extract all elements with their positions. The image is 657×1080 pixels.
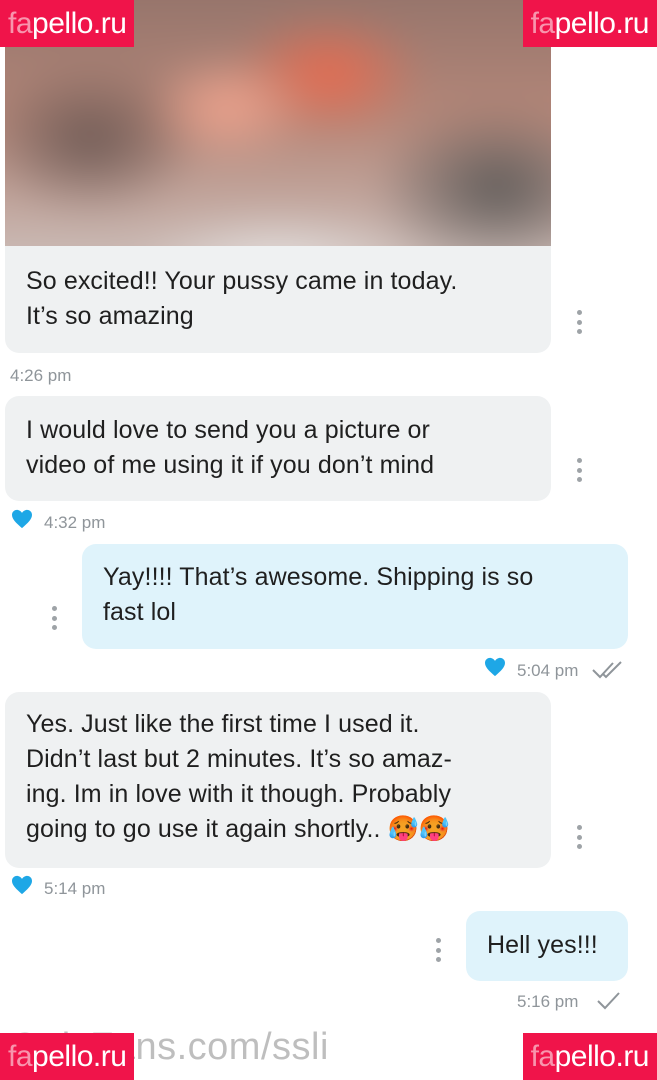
watermark-suffix: pello.ru bbox=[32, 1040, 127, 1073]
watermark-suffix: pello.ru bbox=[32, 7, 127, 40]
check-icon bbox=[597, 992, 620, 1010]
message-text-line: Hell yes!!! bbox=[487, 931, 598, 959]
watermark-logo: fapello.ru bbox=[522, 1033, 657, 1080]
watermark-suffix: pello.ru bbox=[554, 1040, 650, 1073]
watermark-prefix: fa bbox=[530, 7, 556, 40]
watermark-prefix: fa bbox=[530, 1040, 556, 1073]
message-timestamp: 5:14 pm bbox=[44, 879, 106, 898]
message-options-icon[interactable] bbox=[51, 606, 57, 630]
message-options-icon[interactable] bbox=[435, 938, 441, 962]
message-bubble-incoming[interactable]: I would love to send you a picture or vi… bbox=[5, 396, 551, 501]
message-text-line: going to go use it again shortly.. 🥵🥵 bbox=[26, 815, 451, 843]
watermark-logo: fapello.ru bbox=[0, 1033, 135, 1080]
watermark-prefix: fa bbox=[8, 1040, 33, 1073]
watermark-prefix: fa bbox=[8, 7, 33, 40]
message-timestamp: 4:32 pm bbox=[44, 513, 106, 532]
heart-icon[interactable] bbox=[11, 509, 33, 529]
message-text-line: ing. Im in love with it though. Probably bbox=[26, 780, 452, 808]
watermark-logo: fapello.ru bbox=[0, 0, 135, 47]
double-check-icon bbox=[592, 661, 622, 679]
message-text-line: So excited!! Your pussy came in today. bbox=[26, 267, 458, 295]
message-bubble-outgoing[interactable]: Yay!!!! That’s awesome. Shipping is so f… bbox=[82, 544, 628, 649]
watermark-logo: fapello.ru bbox=[522, 0, 657, 47]
message-bubble-incoming[interactable]: So excited!! Your pussy came in today. I… bbox=[5, 246, 551, 353]
message-text-line: I would love to send you a picture or bbox=[26, 416, 430, 444]
message-bubble-outgoing[interactable]: Hell yes!!! bbox=[466, 911, 628, 981]
message-text-line: Yes. Just like the first time I used it. bbox=[26, 710, 420, 738]
message-text-line: Yay!!!! That’s awesome. Shipping is so bbox=[103, 563, 534, 591]
watermark-suffix: pello.ru bbox=[554, 7, 650, 40]
message-bubble-incoming[interactable]: Yes. Just like the first time I used it.… bbox=[5, 692, 551, 868]
message-timestamp: 5:16 pm bbox=[517, 992, 579, 1011]
message-options-icon[interactable] bbox=[576, 825, 582, 849]
message-options-icon[interactable] bbox=[576, 458, 582, 482]
message-options-icon[interactable] bbox=[576, 310, 582, 334]
message-text-line: fast lol bbox=[103, 598, 177, 626]
heart-icon[interactable] bbox=[11, 875, 33, 895]
message-text-line: video of me using it if you don’t mind bbox=[26, 451, 435, 479]
message-text-line: Didn’t last but 2 minutes. It’s so amaz- bbox=[26, 745, 452, 773]
heart-icon[interactable] bbox=[484, 657, 506, 677]
message-timestamp: 4:26 pm bbox=[10, 366, 72, 385]
message-text-line: It’s so amazing bbox=[26, 302, 194, 330]
message-timestamp: 5:04 pm bbox=[517, 661, 579, 680]
